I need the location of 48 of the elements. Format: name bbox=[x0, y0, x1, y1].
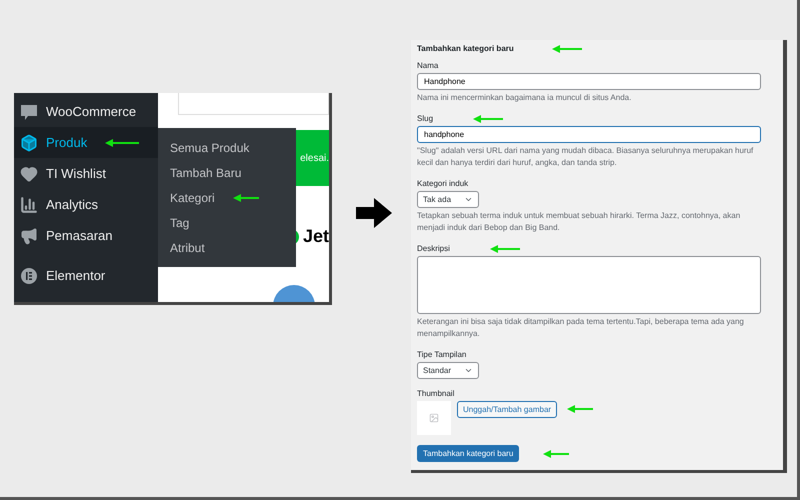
arrow-icon bbox=[567, 405, 594, 413]
bar-chart-icon bbox=[20, 196, 38, 214]
field-label: Slug bbox=[417, 113, 434, 125]
field-label: Deskripsi bbox=[417, 243, 450, 255]
menu-item[interactable]: Produk bbox=[14, 127, 158, 158]
submenu-item[interactable]: Atribut bbox=[170, 238, 205, 256]
field-hint: Nama ini mencerminkan bagaimana ia muncul di situs Anda. bbox=[417, 92, 632, 104]
cube-icon bbox=[20, 134, 38, 152]
submenu-item[interactable]: Semua Produk bbox=[170, 138, 250, 156]
field-label: Nama bbox=[417, 60, 438, 72]
arrow-icon bbox=[473, 115, 504, 123]
right-arrow-icon bbox=[356, 198, 392, 228]
chevron-icon bbox=[464, 195, 473, 204]
chevron-icon bbox=[464, 366, 473, 375]
heart-icon bbox=[20, 164, 38, 182]
textarea-field[interactable] bbox=[417, 256, 761, 314]
submenu-item[interactable]: Tag bbox=[170, 214, 190, 232]
arrow-icon bbox=[543, 450, 570, 458]
field-hint: Tetapkan sebuah terma induk untuk membuat sebuah hirarki. Terma Jazz, contohnya, akan menjadi induk dari Bebop dan Big Band. bbox=[417, 210, 742, 234]
form-title: Tambahkan kategori baru bbox=[417, 43, 514, 55]
arrow-icon bbox=[105, 138, 140, 146]
field-hint: Keterangan ini bisa saja tidak ditampilkan pada tema tertentu.Tapi, beberapa tema ada yang menampilkannya. bbox=[417, 316, 745, 340]
speech-bubble-icon bbox=[20, 102, 38, 120]
select-field[interactable]: Tak ada bbox=[417, 191, 479, 208]
menu-item[interactable]: Elementor bbox=[14, 260, 158, 291]
submenu-item[interactable]: Tambah Baru bbox=[170, 164, 242, 182]
field-label: Tipe Tampilan bbox=[417, 349, 466, 361]
notice-text: elesai. bbox=[300, 152, 329, 166]
arrow-icon bbox=[232, 194, 259, 202]
image-icon bbox=[429, 413, 439, 423]
submenu-item[interactable]: Kategori bbox=[170, 188, 215, 206]
megaphone-icon bbox=[20, 226, 38, 244]
circle-bars-icon bbox=[20, 266, 38, 284]
field-hint: "Slug" adalah versi URL dari nama yang mudah dibaca. Biasanya seluruhnya merupakan huruf kecil dan hanya terdiri dari huruf, angka, dan tanda strip. bbox=[417, 145, 754, 169]
arrow-icon bbox=[552, 45, 582, 53]
add-category-button[interactable]: Tambahkan kategori baru bbox=[417, 445, 520, 462]
heading-text: Jet bbox=[302, 225, 329, 248]
arrow-icon bbox=[490, 245, 520, 253]
text-field[interactable]: handphone bbox=[417, 126, 761, 143]
text-field[interactable]: Handphone bbox=[417, 73, 761, 90]
menu-item[interactable]: TI Wishlist bbox=[14, 158, 158, 189]
menu-item[interactable]: Analytics bbox=[14, 189, 158, 220]
menu-item[interactable]: Pemasaran bbox=[14, 220, 158, 251]
menu-item[interactable]: WooCommerce bbox=[14, 96, 158, 127]
upload-image-button[interactable]: Unggah/Tambah gambar bbox=[457, 401, 558, 418]
select-field[interactable]: Standar bbox=[417, 362, 479, 379]
field-label: Kategori induk bbox=[417, 178, 468, 190]
field-label: Thumbnail bbox=[417, 388, 454, 400]
